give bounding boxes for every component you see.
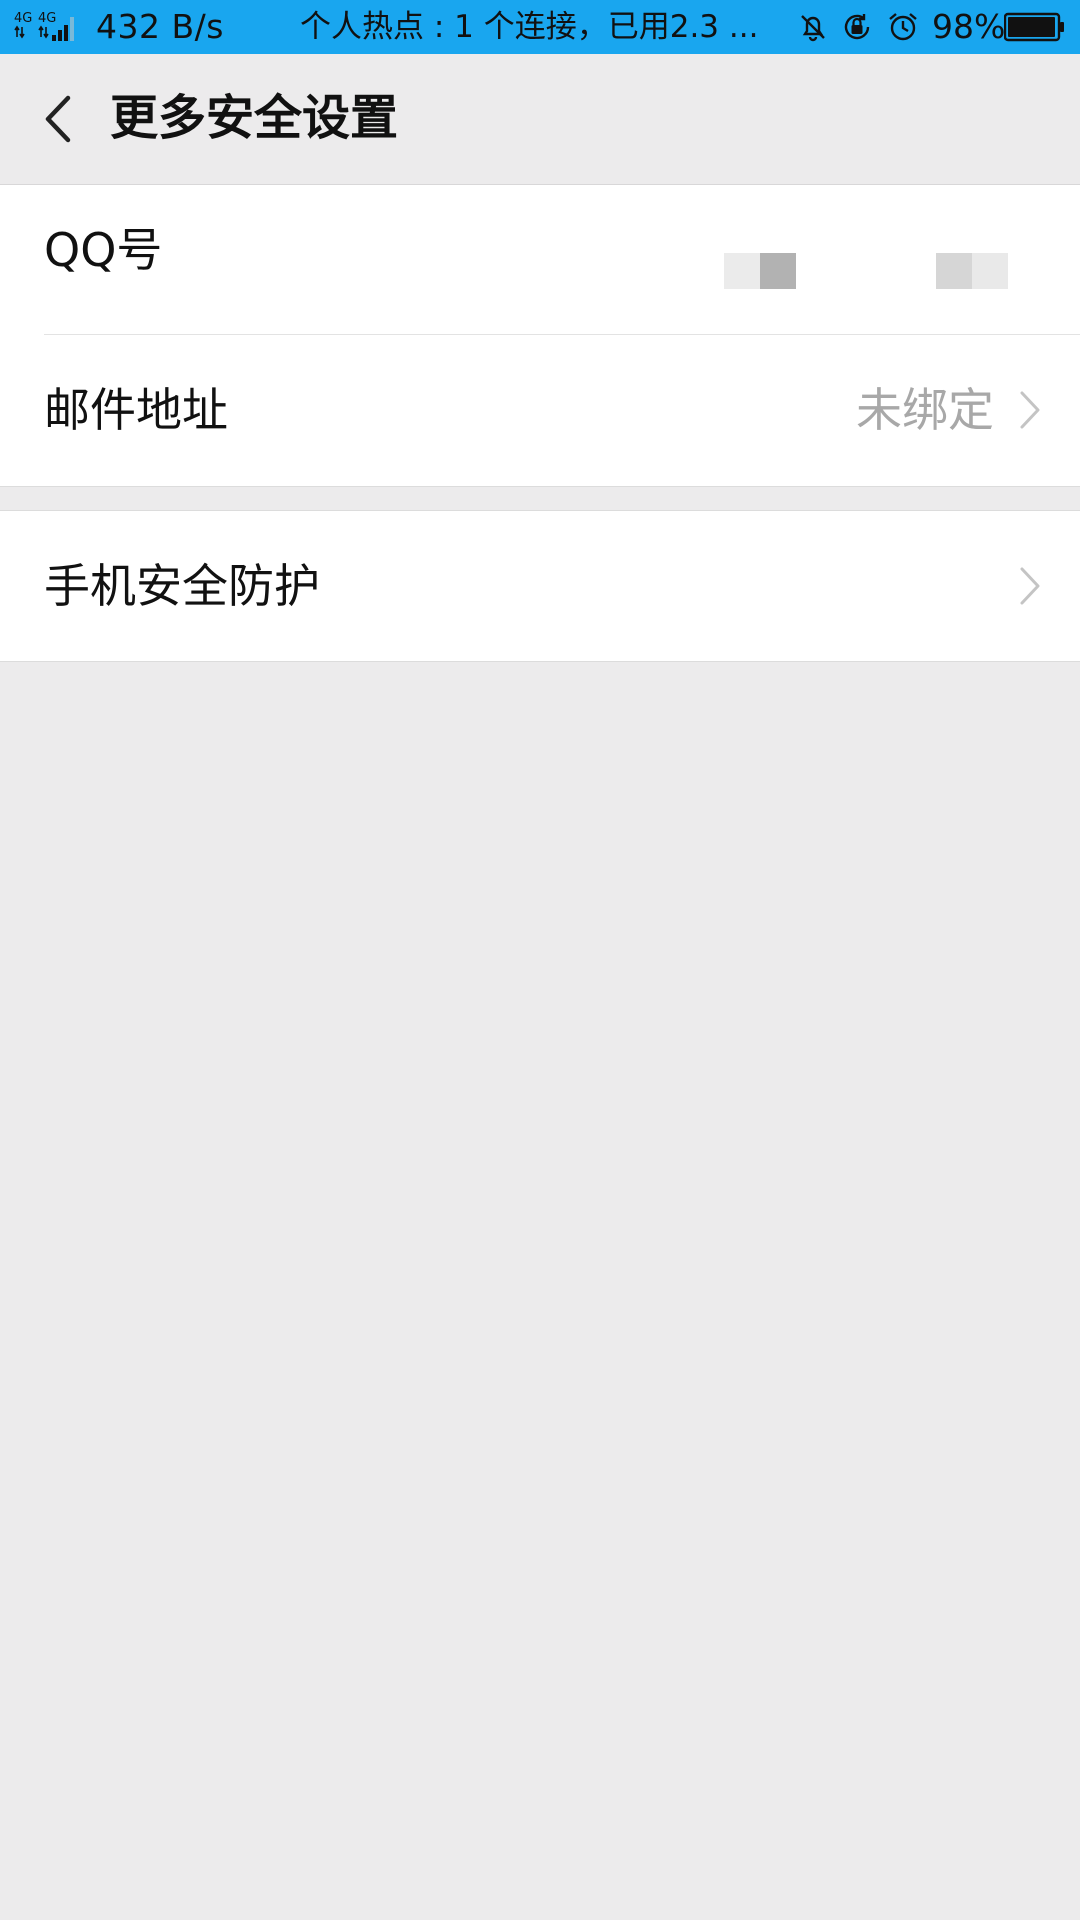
chevron-right-icon — [1020, 391, 1040, 429]
page-title: 更多安全设置 — [110, 90, 399, 146]
alarm-icon — [889, 13, 917, 41]
phone-security-label: 手机安全防护 — [44, 559, 320, 613]
network-type-1: 4G — [14, 11, 32, 26]
network-type-2: 4G — [38, 11, 56, 26]
rotation-lock-icon — [844, 14, 870, 40]
email-status: 未绑定 — [856, 383, 994, 437]
signal-icon: 4G 4G — [14, 11, 74, 41]
device-security-group: 手机安全防护 — [0, 510, 1080, 662]
email-row[interactable]: 邮件地址 未绑定 — [0, 335, 1080, 485]
qq-number-value-redacted — [724, 253, 1044, 289]
app-header: 更多安全设置 — [0, 54, 1080, 185]
phone-security-row[interactable]: 手机安全防护 — [0, 511, 1080, 661]
network-speed: 432 B/s — [96, 7, 224, 46]
status-bar: 4G 4G 432 B/s 个人热点 : 1 个连接，已用2.3 ... 98% — [0, 0, 1080, 54]
battery-percent: 98% — [932, 7, 1006, 46]
email-label: 邮件地址 — [44, 383, 228, 437]
bell-off-icon — [801, 15, 825, 42]
qq-number-label: QQ号 — [44, 223, 163, 277]
qq-number-row[interactable]: QQ号 — [0, 185, 1080, 335]
account-settings-group: QQ号 邮件地址 未绑定 — [0, 185, 1080, 487]
battery-icon — [1004, 12, 1064, 42]
chevron-left-icon — [45, 95, 71, 143]
hotspot-notification-text: 个人热点 : 1 个连接，已用2.3 ... — [300, 9, 759, 45]
chevron-right-icon — [1020, 567, 1040, 605]
back-button[interactable] — [22, 84, 92, 154]
